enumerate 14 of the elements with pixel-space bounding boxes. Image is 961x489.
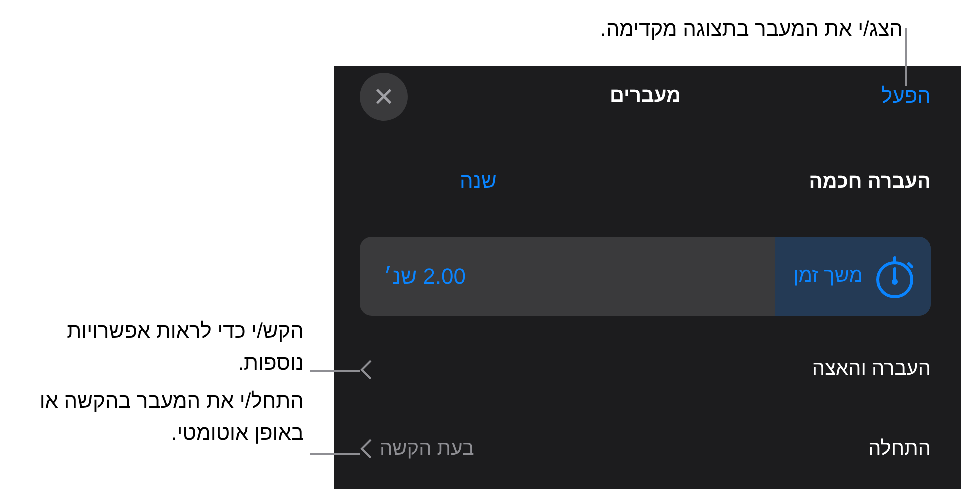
effect-name: העברה חכמה: [809, 170, 931, 194]
panel-title: מעברים: [610, 85, 682, 108]
duration-tab[interactable]: משך זמן: [775, 236, 931, 316]
change-button[interactable]: שנה: [460, 170, 497, 194]
callout-text: הצג/י את המעבר בתצוגה מקדימה.: [600, 17, 903, 43]
duration-label: משך זמן: [794, 265, 863, 288]
play-button[interactable]: הפעל: [882, 84, 931, 109]
close-button[interactable]: ×: [360, 72, 408, 121]
settings-row[interactable]: העברה והאצה: [360, 330, 931, 410]
callout-text: התחל/י את המעבר בהקשה או באופן אוטומטי.: [38, 389, 304, 447]
settings-row[interactable]: התחלה בעת הקשה: [360, 410, 931, 489]
callout-text: הקש/י כדי לראות אפשרויות נוספות.: [66, 319, 304, 377]
duration-row[interactable]: משך זמן 2.00 שנ׳: [360, 236, 931, 316]
duration-value: 2.00 שנ׳: [383, 264, 466, 290]
